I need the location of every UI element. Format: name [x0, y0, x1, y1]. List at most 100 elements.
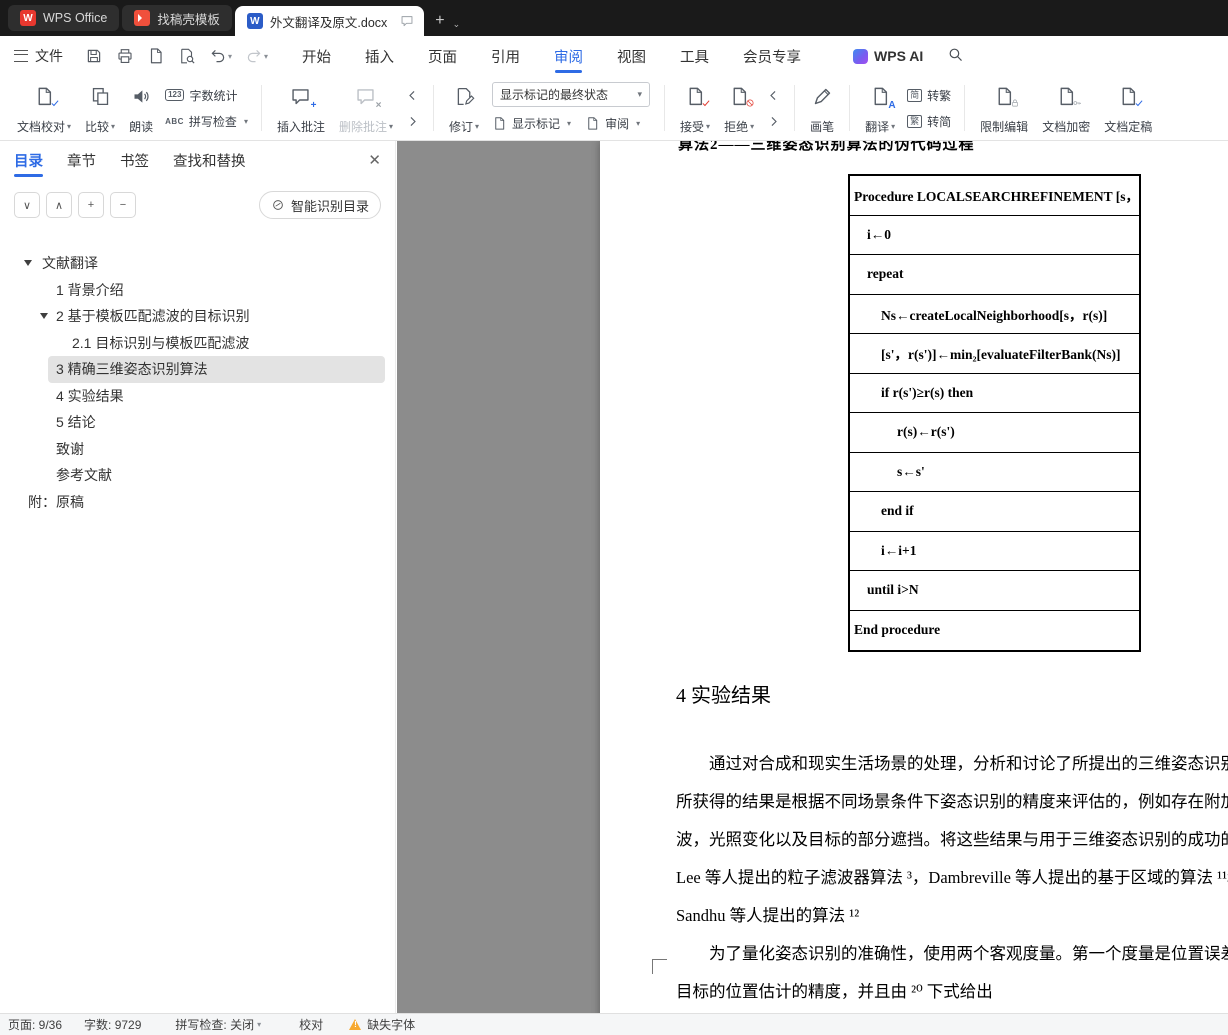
restrict-editing-button[interactable]: 限制编辑 [973, 81, 1035, 135]
previous-comment-button[interactable] [405, 84, 420, 107]
export-pdf-button[interactable] [147, 47, 165, 65]
next-comment-button[interactable] [405, 110, 420, 133]
page-indicator[interactable]: 页面: 9/36 [8, 1016, 62, 1033]
smart-toc-button[interactable]: 智能识别目录 [258, 191, 381, 219]
track-changes-button[interactable]: 修订 [442, 81, 486, 135]
compare-button[interactable]: 比较 [78, 81, 122, 135]
compare-label: 比较 [85, 118, 115, 135]
read-aloud-button[interactable]: 朗读 [122, 81, 160, 135]
previous-comment-icon [405, 88, 420, 103]
toc-item[interactable]: 1 背景介绍 [0, 277, 395, 304]
pane-tab-书签[interactable]: 书签 [120, 141, 149, 179]
menu-tab-开始[interactable]: 开始 [302, 36, 331, 76]
reject-change-button[interactable]: 拒绝 [717, 81, 761, 135]
file-menu-button[interactable]: 文件 [14, 46, 63, 66]
word-count-indicator[interactable]: 字数: 9729 [84, 1016, 141, 1033]
review-pane-button[interactable]: 审阅 [585, 112, 640, 135]
toc-item[interactable]: 2.1 目标识别与模板匹配滤波 [0, 330, 395, 357]
menu-tab-插入[interactable]: 插入 [365, 36, 394, 76]
word-count-button[interactable]: 123 字数统计 [165, 84, 248, 107]
missing-font-warning[interactable]: 缺失字体 [349, 1016, 415, 1033]
document-page[interactable]: 算法2——三维姿态识别算法的伪代码过程 Procedure LOCALSEARC… [600, 141, 1228, 1013]
close-pane-button[interactable]: ✕ [368, 151, 381, 169]
ink-pen-button[interactable]: 画笔 [803, 81, 841, 135]
doc-proofing-button[interactable]: 文档校对 [10, 81, 78, 135]
menubar: 文件 ▾ ▾ 开始 插入 页面 引用 审阅 视图 工具 会员专享 WPS AI [0, 36, 1228, 76]
menu-tab-工具[interactable]: 工具 [680, 36, 709, 76]
encrypt-document-button[interactable]: 文档加密 [1035, 81, 1097, 135]
translate-button[interactable]: A 翻译 [858, 81, 902, 135]
toc-item[interactable]: 附：原稿 [0, 489, 395, 516]
translate-label: 翻译 [865, 118, 895, 135]
pane-tab-查找和替换[interactable]: 查找和替换 [173, 141, 246, 179]
spell-check-toggle[interactable]: 拼写检查: 关闭 [175, 1016, 261, 1033]
undo-icon [209, 47, 227, 65]
algorithm-row: End procedure [854, 622, 941, 638]
redo-button[interactable]: ▾ [245, 47, 268, 65]
titlebar-tab[interactable]: 找稿壳模板 [122, 5, 232, 31]
redo-dropdown-caret-icon[interactable]: ▾ [264, 52, 268, 61]
delete-comment-button[interactable]: × 删除批注 [332, 81, 400, 135]
pane-tab-目录[interactable]: 目录 [14, 141, 43, 179]
show-markup-button[interactable]: 显示标记 [492, 112, 571, 135]
titlebar-tab[interactable]: W WPS Office [8, 5, 120, 31]
markup-state-value: 显示标记的最终状态 [500, 87, 609, 102]
toc-item[interactable]: 4 实验结果 [0, 383, 395, 410]
toc-item[interactable]: 5 结论 [0, 409, 395, 436]
simplified-to-traditional-button[interactable]: 简 转繁 [907, 84, 951, 107]
doc-proofing-icon [34, 83, 55, 109]
previous-change-icon [766, 88, 781, 103]
toc-item[interactable]: 2 基于模板匹配滤波的目标识别 [0, 303, 395, 330]
menu-tab-审阅[interactable]: 审阅 [554, 36, 583, 76]
toc-item-label: 参考文献 [56, 467, 112, 484]
menu-tab-视图[interactable]: 视图 [617, 36, 646, 76]
previous-change-button[interactable] [766, 84, 781, 107]
zoom-out-level-button[interactable]: − [110, 192, 136, 218]
toc-item[interactable]: 文献翻译 [0, 250, 395, 277]
menu-tab-页面[interactable]: 页面 [428, 36, 457, 76]
print-preview-button[interactable] [178, 47, 196, 65]
missing-font-label: 缺失字体 [367, 1018, 416, 1032]
expand-all-button[interactable]: ∨ [14, 192, 40, 218]
ribbon-separator [964, 85, 966, 131]
expander-icon[interactable] [24, 260, 32, 270]
finalize-document-button[interactable]: 文档定稿 [1097, 81, 1159, 135]
insert-comment-button[interactable]: + 插入批注 [270, 81, 332, 135]
statusbar: 页面: 9/36 字数: 9729 拼写检查: 关闭 校对 缺失字体 [0, 1013, 1228, 1035]
menu-tab-会员专享[interactable]: 会员专享 [743, 36, 801, 76]
wps-ai-button[interactable]: WPS AI [853, 48, 923, 64]
pane-tab-章节[interactable]: 章节 [67, 141, 96, 179]
tab-list-dropdown-button[interactable]: ⌄ [453, 20, 461, 29]
comment-bubble-icon[interactable] [400, 14, 414, 28]
accept-change-label: 接受 [680, 118, 710, 135]
search-button[interactable] [941, 45, 970, 67]
spell-check-button[interactable]: ABC 拼写检查 [165, 110, 248, 133]
menu-tab-引用[interactable]: 引用 [491, 36, 520, 76]
titlebar-tab[interactable]: W 外文翻译及原文.docx [234, 6, 425, 36]
titlebar-tab-label: 外文翻译及原文.docx [269, 15, 388, 30]
toc-item[interactable]: 3 精确三维姿态识别算法 [48, 356, 385, 383]
print-button[interactable] [116, 47, 134, 65]
accept-change-button[interactable]: 接受 [673, 81, 717, 135]
new-tab-button[interactable]: + [435, 13, 444, 29]
algorithm-row: i←0 [850, 216, 1139, 255]
toc-item[interactable]: 致谢 [0, 436, 395, 463]
document-canvas[interactable]: 算法2——三维姿态识别算法的伪代码过程 Procedure LOCALSEARC… [397, 141, 1228, 1013]
speaker-icon [131, 83, 152, 109]
zoom-in-level-button[interactable]: + [78, 192, 104, 218]
undo-dropdown-caret-icon[interactable]: ▾ [228, 52, 232, 61]
traditional-to-simplified-button[interactable]: 繁 转简 [907, 110, 951, 133]
markup-state-combobox[interactable]: 显示标记的最终状态 ▾ [492, 81, 651, 107]
ribbon-separator [794, 85, 796, 131]
save-button[interactable] [85, 47, 103, 65]
proofread-button[interactable]: 校对 [299, 1016, 323, 1033]
toc-item[interactable]: 参考文献 [0, 462, 395, 489]
export-pdf-icon [147, 47, 165, 65]
undo-button[interactable]: ▾ [209, 47, 232, 65]
traditional-to-simplified-label: 转简 [927, 114, 952, 129]
menu-tabs: 开始 插入 页面 引用 审阅 视图 工具 会员专享 [302, 36, 801, 76]
next-change-button[interactable] [766, 110, 781, 133]
collapse-all-button[interactable]: ∧ [46, 192, 72, 218]
expander-icon[interactable] [40, 313, 48, 323]
accept-change-icon [685, 83, 706, 109]
